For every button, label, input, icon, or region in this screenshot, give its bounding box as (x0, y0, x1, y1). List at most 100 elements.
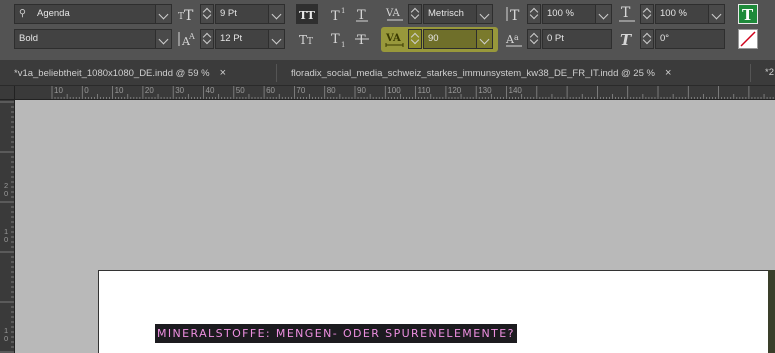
tracking-stepper[interactable] (408, 29, 422, 49)
tab-v1a-beliebtheit[interactable]: *v1a_beliebtheit_1080x1080_DE.indd @ 59 … (0, 60, 226, 86)
horizontal-scale-value: 100 % (660, 8, 687, 19)
font-size-value: 9 Pt (220, 8, 237, 19)
baseline-shift-field[interactable]: 0 Pt (542, 29, 612, 49)
leading-stepper[interactable] (200, 29, 214, 49)
horizontal-scale-stepper[interactable] (640, 4, 654, 24)
ruler-label: 70 (296, 86, 306, 95)
tab-label: floradix_social_media_schweiz_starkes_im… (291, 68, 655, 79)
vertical-scale-icon: T (503, 4, 525, 24)
tracking-dropdown[interactable] (476, 30, 492, 48)
horizontal-ruler[interactable]: 10 0 10 20 30 40 50 60 70 80 90 100 110 120 130 140 (15, 86, 775, 100)
font-size-icon: TT (176, 4, 198, 24)
ruler-label: 90 (357, 86, 366, 95)
control-bar: ⚲ Agenda TT 9 Pt TT T1 T VA Metrisch T 1… (0, 0, 775, 60)
skew-value: 0° (660, 33, 670, 44)
svg-text:VA: VA (385, 8, 401, 19)
baseline-shift-icon: Aa (503, 29, 525, 49)
ruler-label: 1 0 (4, 326, 9, 343)
font-style-value: Bold (19, 33, 39, 44)
stroke-none-icon[interactable] (738, 29, 758, 49)
image-frame-edge[interactable] (768, 270, 775, 353)
ruler-label: 60 (266, 86, 275, 95)
svg-text:T: T (331, 32, 340, 47)
svg-text:TT: TT (299, 9, 316, 22)
kerning-field[interactable]: Metrisch (423, 4, 493, 24)
subscript-icon[interactable]: T1 (327, 29, 349, 49)
underline-icon[interactable]: T (352, 4, 374, 24)
svg-text:a: a (514, 33, 519, 42)
tab-floradix[interactable]: floradix_social_media_schweiz_starkes_im… (277, 60, 671, 86)
skew-stepper[interactable] (640, 29, 654, 49)
ruler-label: 10 (54, 86, 63, 95)
font-style-dropdown[interactable] (155, 30, 171, 48)
search-icon: ⚲ (19, 8, 26, 19)
svg-text:VA: VA (385, 33, 401, 44)
tracking-value: 90 (428, 33, 439, 44)
tracking-icon: VA (384, 29, 406, 49)
horizontal-scale-icon: T (616, 4, 638, 24)
kerning-stepper[interactable] (408, 4, 422, 24)
ruler-label: 120 (447, 86, 462, 95)
leading-icon: AA (176, 29, 198, 49)
strikethrough-icon[interactable]: T (352, 29, 374, 49)
small-caps-icon[interactable]: TT (296, 29, 318, 49)
svg-text:T: T (357, 33, 366, 48)
svg-text:A: A (188, 32, 195, 41)
font-size-stepper[interactable] (200, 4, 214, 24)
close-icon[interactable]: × (665, 67, 671, 79)
tab-label: *v1a_beliebtheit_1080x1080_DE.indd @ 59 … (14, 68, 210, 79)
svg-text:T: T (621, 5, 631, 21)
close-icon[interactable]: × (220, 67, 226, 79)
font-family-field[interactable]: ⚲ Agenda (14, 4, 172, 24)
ruler-label: 130 (478, 86, 492, 95)
vertical-scale-field[interactable]: 100 % (542, 4, 612, 24)
font-size-dropdown[interactable] (268, 5, 284, 23)
ruler-origin[interactable] (0, 86, 15, 100)
kerning-dropdown[interactable] (476, 5, 492, 23)
skew-field[interactable]: 0° (655, 29, 725, 49)
ruler-label: 40 (205, 86, 215, 95)
svg-text:1: 1 (341, 41, 345, 49)
ruler-label: 110 (417, 86, 431, 95)
leading-dropdown[interactable] (268, 30, 284, 48)
font-size-field[interactable]: 9 Pt (215, 4, 285, 24)
vertical-scale-dropdown[interactable] (595, 5, 611, 23)
vertical-scale-stepper[interactable] (527, 4, 541, 24)
leading-value: 12 Pt (220, 33, 243, 44)
horizontal-scale-dropdown[interactable] (708, 5, 724, 23)
svg-text:T: T (620, 31, 633, 49)
leading-field[interactable]: 12 Pt (215, 29, 285, 49)
ruler-label: 0 (84, 86, 89, 95)
svg-text:T: T (299, 33, 307, 47)
font-family-dropdown[interactable] (155, 5, 171, 23)
skew-icon: T (616, 29, 638, 49)
kerning-icon: VA (384, 4, 406, 24)
svg-text:T: T (307, 37, 313, 47)
font-style-field[interactable]: Bold (14, 29, 172, 49)
tracking-field[interactable]: 90 (423, 29, 493, 49)
heading-text-frame[interactable]: MINERALSTOFFE: MENGEN- ODER SPURENELEMEN… (155, 324, 517, 343)
horizontal-scale-field[interactable]: 100 % (655, 4, 725, 24)
ruler-label: 20 (144, 86, 154, 95)
ruler-label: 2 0 (4, 181, 9, 198)
vertical-scale-value: 100 % (547, 8, 574, 19)
baseline-shift-stepper[interactable] (527, 29, 541, 49)
svg-text:T: T (184, 8, 194, 24)
baseline-shift-value: 0 Pt (547, 33, 564, 44)
document-tab-bar: *v1a_beliebtheit_1080x1080_DE.indd @ 59 … (0, 60, 775, 86)
vertical-ruler[interactable]: 2 0 1 0 1 0 (0, 100, 15, 353)
ruler-label: 50 (235, 86, 245, 95)
text-fill-icon[interactable]: T (738, 4, 758, 24)
superscript-icon[interactable]: T1 (327, 4, 349, 24)
ruler-label: 100 (387, 86, 401, 95)
ruler-label: 80 (326, 86, 336, 95)
ruler-label: 1 0 (4, 227, 9, 244)
ruler-label: 30 (175, 86, 185, 95)
tab-label: *2 (765, 67, 774, 78)
svg-text:1: 1 (341, 7, 345, 15)
all-caps-icon[interactable]: TT (296, 4, 318, 24)
svg-text:T: T (742, 6, 754, 23)
font-family-value: Agenda (37, 8, 70, 19)
svg-text:T: T (331, 9, 340, 24)
tab-third[interactable]: *2 (751, 60, 774, 86)
